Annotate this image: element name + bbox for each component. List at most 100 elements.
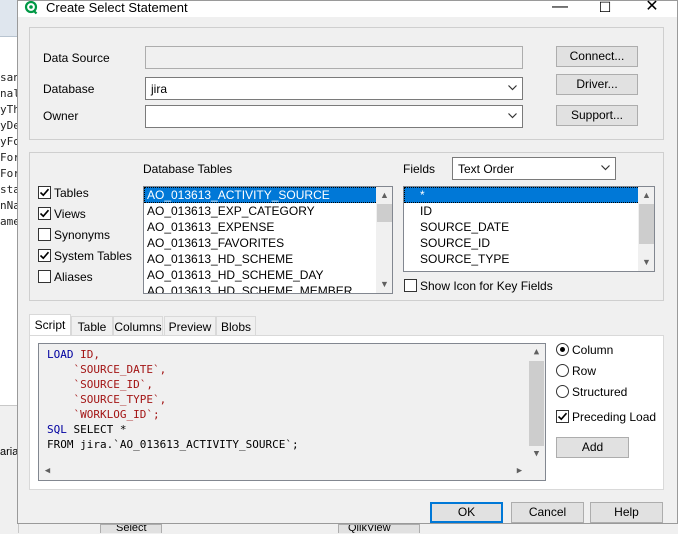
list-item[interactable]: AO_013613_FAVORITES <box>144 235 392 251</box>
script-editor[interactable]: LOAD ID, `SOURCE_DATE`, `SOURCE_ID`, `SO… <box>38 343 546 481</box>
database-value: jira <box>151 82 168 96</box>
scroll-down-icon[interactable]: ▼ <box>376 276 392 293</box>
checkbox-label: Views <box>54 207 86 221</box>
background-select-button[interactable]: Select <box>100 524 162 533</box>
script-line: LOAD ID, <box>47 347 100 362</box>
list-item[interactable]: SOURCE_DATE <box>404 219 654 235</box>
scroll-left-icon[interactable]: ◀ <box>39 463 56 480</box>
checkbox-tables[interactable] <box>38 186 51 199</box>
background-code-line: sta <box>0 183 18 196</box>
scroll-up-icon[interactable]: ▲ <box>528 344 545 361</box>
script-keyword: SQL <box>47 423 67 436</box>
connect-button[interactable]: Connect... <box>556 46 638 67</box>
background-code-line: nNa <box>0 199 18 212</box>
tables-scrollbar[interactable]: ▲ ▼ <box>376 187 392 293</box>
chevron-down-icon <box>508 85 517 91</box>
ok-button[interactable]: OK <box>430 502 503 523</box>
scroll-thumb[interactable] <box>377 204 392 222</box>
close-button[interactable]: ✕ <box>629 0 675 19</box>
radio-row[interactable] <box>556 364 569 377</box>
script-line: `SOURCE_TYPE`, <box>47 392 166 407</box>
fields-listbox[interactable]: * ID SOURCE_DATE SOURCE_ID SOURCE_TYPE ▲ ▼ <box>403 186 655 272</box>
database-combobox[interactable]: jira <box>145 77 523 100</box>
script-line: FROM jira.`AO_013613_ACTIVITY_SOURCE`; <box>47 437 299 452</box>
checkmark-icon <box>39 209 50 218</box>
background-code-line: For <box>0 151 18 164</box>
fields-items: * ID SOURCE_DATE SOURCE_ID SOURCE_TYPE <box>404 187 654 267</box>
tab-columns[interactable]: Columns <box>113 316 163 336</box>
background-qlikview-file-button[interactable]: QlikView File... <box>338 524 420 533</box>
tab-preview[interactable]: Preview <box>164 316 216 336</box>
radio-column[interactable] <box>556 343 569 356</box>
background-code-line: yTh <box>0 103 18 116</box>
list-item[interactable]: SOURCE_ID <box>404 235 654 251</box>
list-item[interactable]: AO_013613_HD_SCHEME_MEMBER <box>144 283 392 293</box>
database-tables-items: AO_013613_ACTIVITY_SOURCE AO_013613_EXP_C… <box>144 187 392 293</box>
radio-dot-icon <box>560 347 565 352</box>
help-button[interactable]: Help <box>590 502 663 523</box>
owner-combobox[interactable] <box>145 105 523 128</box>
tab-table[interactable]: Table <box>71 316 113 336</box>
script-vscrollbar[interactable]: ▲ ▼ <box>528 344 545 463</box>
background-script-editor: san nal yTh yDe yFo For For sta nNa ame <box>0 70 18 230</box>
driver-button[interactable]: Driver... <box>556 74 638 95</box>
support-button[interactable]: Support... <box>556 105 638 126</box>
scroll-down-icon[interactable]: ▼ <box>638 254 654 271</box>
script-token: `WORKLOG_ID`; <box>47 408 160 421</box>
list-item[interactable]: * <box>404 187 654 203</box>
script-token: ID, <box>73 348 100 361</box>
script-token: `SOURCE_TYPE`, <box>47 393 167 406</box>
checkmark-icon <box>39 251 50 260</box>
background-variable-label: aria <box>0 446 19 458</box>
scroll-up-icon[interactable]: ▲ <box>376 187 392 204</box>
field-order-value: Text Order <box>458 162 515 176</box>
owner-label: Owner <box>43 109 79 123</box>
checkmark-icon <box>39 188 50 197</box>
tab-script[interactable]: Script <box>29 314 71 336</box>
checkbox-label: Synonyms <box>54 228 111 242</box>
tab-blobs[interactable]: Blobs <box>216 316 256 336</box>
list-item[interactable]: AO_013613_ACTIVITY_SOURCE <box>144 187 392 203</box>
background-code-line: For <box>0 167 18 180</box>
database-tables-listbox[interactable]: AO_013613_ACTIVITY_SOURCE AO_013613_EXP_C… <box>143 186 393 294</box>
checkbox-label: Aliases <box>54 270 93 284</box>
scroll-up-icon[interactable]: ▲ <box>638 187 654 204</box>
script-token: SELECT * <box>66 423 127 436</box>
list-item[interactable]: AO_013613_EXPENSE <box>144 219 392 235</box>
checkbox-views[interactable] <box>38 207 51 220</box>
script-line: `WORKLOG_ID`; <box>47 407 160 422</box>
script-hscrollbar[interactable]: ◀ ▶ <box>39 463 528 480</box>
add-button[interactable]: Add <box>556 437 629 458</box>
background-code-line: ame <box>0 215 18 228</box>
list-item[interactable]: ID <box>404 203 654 219</box>
show-icon-label: Show Icon for Key Fields <box>420 279 553 293</box>
data-source-label: Data Source <box>43 51 110 65</box>
field-order-combobox[interactable]: Text Order <box>452 157 616 180</box>
maximize-button[interactable]: ☐ <box>582 0 628 19</box>
list-item[interactable]: AO_013613_HD_SCHEME <box>144 251 392 267</box>
radio-label: Row <box>572 364 597 378</box>
list-item[interactable]: AO_013613_HD_SCHEME_DAY <box>144 267 392 283</box>
radio-label: Structured <box>572 385 628 399</box>
list-item[interactable]: SOURCE_TYPE <box>404 251 654 267</box>
script-line: `SOURCE_ID`, <box>47 377 152 392</box>
cancel-button[interactable]: Cancel <box>511 502 584 523</box>
minimize-button[interactable]: — <box>537 0 583 19</box>
background-code-line: yFo <box>0 135 18 148</box>
fields-label: Fields <box>403 162 436 176</box>
scroll-thumb[interactable] <box>639 204 654 244</box>
checkbox-synonyms[interactable] <box>38 228 51 241</box>
preceding-load-checkbox[interactable] <box>556 410 569 423</box>
fields-scrollbar[interactable]: ▲ ▼ <box>638 187 654 271</box>
list-item[interactable]: AO_013613_EXP_CATEGORY <box>144 203 392 219</box>
show-icon-checkbox[interactable] <box>404 279 417 292</box>
scroll-thumb[interactable] <box>529 361 544 446</box>
scroll-right-icon[interactable]: ▶ <box>511 463 528 480</box>
background-toolbar <box>0 0 18 37</box>
script-token: FROM jira.`AO_013613_ACTIVITY_SOURCE`; <box>47 438 299 451</box>
checkbox-system-tables[interactable] <box>38 249 51 262</box>
checkbox-aliases[interactable] <box>38 270 51 283</box>
scroll-down-icon[interactable]: ▼ <box>528 446 545 463</box>
title-bar[interactable]: Create Select Statement — ☐ ✕ <box>18 0 677 19</box>
radio-structured[interactable] <box>556 385 569 398</box>
